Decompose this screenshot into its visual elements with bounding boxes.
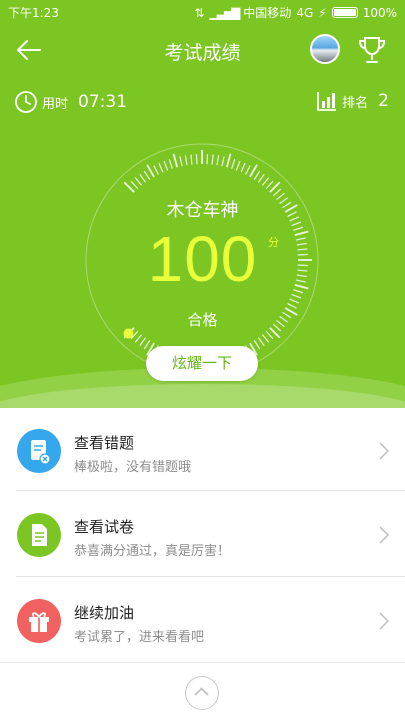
gauge-tick	[249, 164, 258, 178]
battery-level: 100%	[362, 5, 397, 20]
pass-status: 合格	[187, 311, 218, 329]
gauge-tick	[221, 156, 225, 167]
battery-icon	[331, 7, 358, 18]
gauge-tick	[158, 162, 164, 173]
gauge-tick	[240, 162, 246, 173]
share-button[interactable]: 炫耀一下	[146, 346, 258, 381]
chevron-right-icon	[379, 442, 389, 460]
chevron-right-icon	[379, 612, 389, 630]
gauge-tick	[253, 170, 261, 180]
gauge-tick	[272, 188, 282, 197]
gauge-tick	[153, 165, 159, 175]
gauge-tick	[257, 173, 265, 183]
gauge-tick	[231, 159, 236, 169]
gauge-tick	[139, 173, 147, 183]
gauge-tick	[253, 340, 261, 350]
gauge-tick	[163, 160, 169, 171]
gift-icon	[17, 599, 61, 643]
avatar[interactable]	[310, 34, 340, 64]
status-time: 下午1:23	[8, 6, 59, 20]
gauge-tick	[225, 153, 232, 168]
nav-bar: 考试成绩	[0, 28, 405, 72]
time-label: 用时	[42, 96, 69, 112]
time-value: 07:31	[78, 92, 128, 112]
ranking: 排名 2	[316, 90, 389, 112]
gauge-tick	[134, 334, 143, 343]
list-item-wrong-questions[interactable]: 查看错题 棒极啦，没有错题哦	[0, 408, 405, 494]
rank-value: 2	[378, 91, 389, 111]
elapsed-time: 用时 07:31	[14, 90, 127, 114]
list-item-subtitle: 棒极啦，没有错题哦	[74, 460, 192, 475]
gauge-tick	[146, 164, 155, 178]
network-type: 4G	[296, 5, 314, 20]
list-item-keep-going[interactable]: 继续加油 考试累了，进来看看吧	[0, 578, 405, 664]
divider	[16, 576, 405, 577]
page-title: 考试成绩	[164, 42, 241, 64]
gauge-tick	[206, 154, 209, 165]
clock-icon	[15, 91, 37, 113]
bar-chart-icon	[317, 92, 337, 111]
list-item-view-paper[interactable]: 查看试卷 恭喜满分通过，真是厉害！	[0, 492, 405, 578]
gauge-tick	[235, 160, 241, 171]
gauge-indicator	[123, 328, 134, 339]
score-unit: 分	[268, 236, 279, 249]
scroll-up-button[interactable]	[185, 676, 219, 710]
rank-label: 排名	[342, 95, 369, 111]
list-item-title: 查看试卷	[74, 518, 135, 536]
gauge-tick	[179, 156, 183, 167]
gauge-tick	[257, 337, 265, 347]
signal-icon: ▁▃▅▇	[209, 5, 240, 20]
divider	[16, 490, 405, 491]
gauge-tick	[211, 154, 214, 165]
gauge-tick	[261, 177, 270, 186]
gauge-tick	[289, 298, 300, 304]
data-transfer-icon: ⇅	[194, 5, 205, 20]
bottom-bar	[0, 662, 405, 720]
carrier-name: 中国移动	[243, 6, 292, 20]
gauge-tick	[143, 340, 151, 350]
gauge-tick	[245, 165, 251, 175]
wrong-questions-icon	[17, 429, 61, 473]
document-icon	[17, 513, 61, 557]
gauge-tick	[139, 337, 147, 347]
score-value: 100	[147, 223, 258, 295]
chevron-right-icon	[379, 526, 389, 544]
gauge-tick	[261, 334, 270, 343]
gauge-tick	[134, 177, 143, 186]
gauge-tick	[287, 303, 297, 309]
user-nickname: 木仓车神	[166, 200, 239, 221]
gauge-tick	[216, 155, 220, 166]
gauge-tick	[143, 170, 151, 180]
gauge-tick	[195, 154, 198, 165]
gauge-tick	[172, 153, 179, 168]
gauge-tick	[265, 180, 274, 190]
gauge-tick	[168, 159, 173, 169]
gauge-tick	[130, 180, 139, 190]
gauge-tick	[265, 330, 274, 340]
list-item-subtitle: 恭喜满分通过，真是厉害！	[74, 544, 231, 559]
trophy-icon[interactable]	[356, 34, 388, 66]
chevron-up-icon	[194, 687, 209, 696]
list-item-title: 继续加油	[74, 604, 135, 622]
gauge-tick	[190, 154, 193, 165]
list-item-title: 查看错题	[74, 434, 135, 452]
list-item-subtitle: 考试累了，进来看看吧	[74, 630, 205, 645]
status-bar: 下午1:23 ⇅ ▁▃▅▇ 中国移动 4G ⚡ 100%	[0, 0, 405, 22]
gauge-tick	[184, 155, 188, 166]
charging-icon: ⚡	[318, 5, 327, 20]
